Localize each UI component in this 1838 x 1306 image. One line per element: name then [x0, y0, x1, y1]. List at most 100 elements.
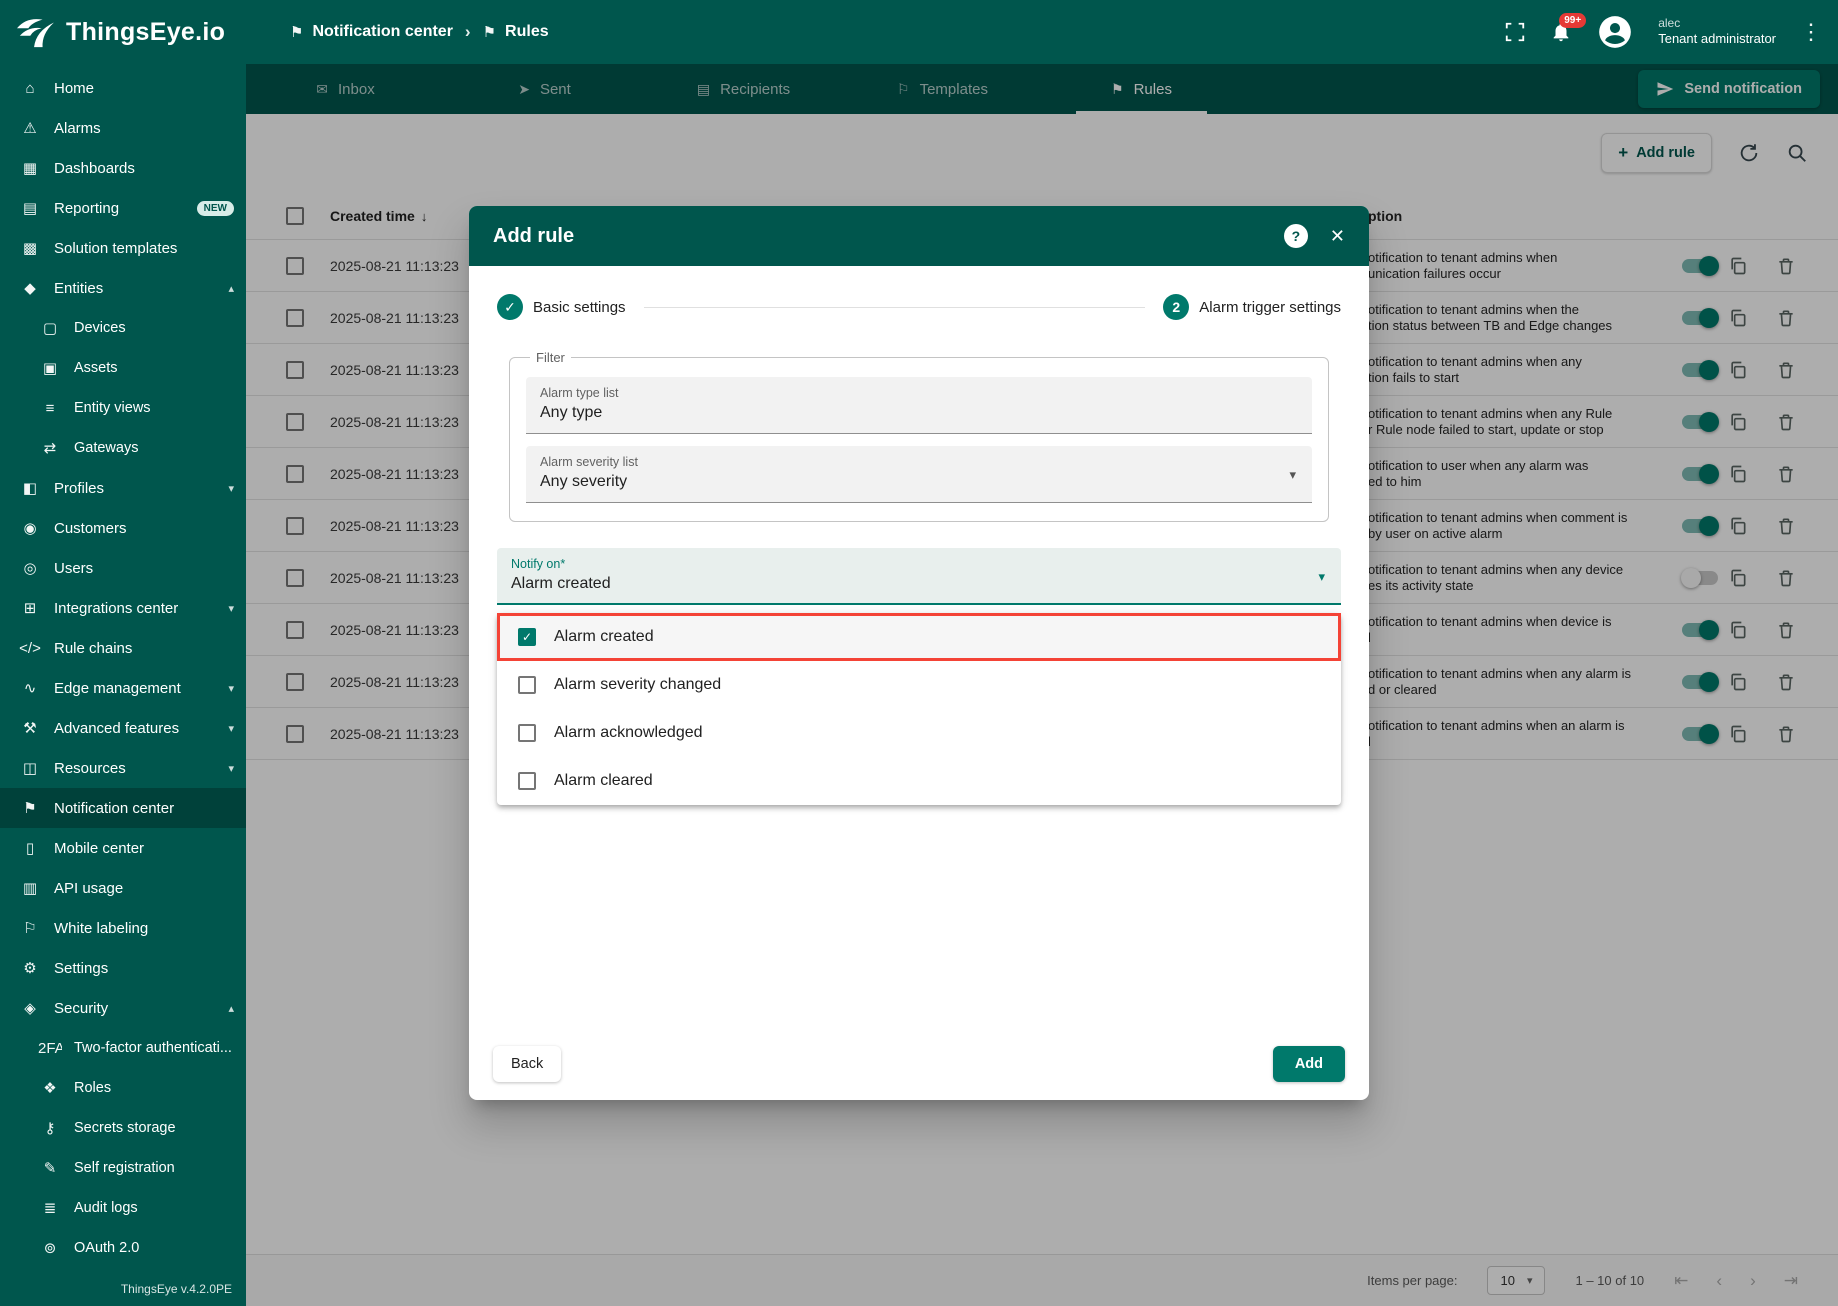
alarm-severity-select[interactable]: Alarm severity list Any severity ▾ [526, 446, 1312, 503]
kebab-menu-button[interactable]: ⋮ [1800, 19, 1822, 45]
sidebar-item[interactable]: ⊚ OAuth 2.0 [0, 1228, 246, 1268]
alarm-type-list-input[interactable]: Alarm type list Any type [526, 377, 1312, 434]
caret-down-icon: ▾ [1289, 467, 1296, 483]
sidebar-item-label: Resources [54, 760, 216, 777]
sidebar-item-label: Two-factor authenticati... [74, 1040, 234, 1056]
user-avatar[interactable] [1596, 13, 1634, 51]
fullscreen-icon [1504, 21, 1526, 43]
sidebar-item[interactable]: ◧ Profiles ▾ [0, 468, 246, 508]
sidebar-item[interactable]: ◫ Resources ▾ [0, 748, 246, 788]
sidebar-item[interactable]: ⊞ Integrations center ▾ [0, 588, 246, 628]
brand-logo[interactable]: ThingsEye.io [0, 14, 246, 50]
sidebar-item-icon: ⚠ [18, 119, 42, 137]
sidebar-item-label: Secrets storage [74, 1120, 234, 1136]
step-label: Alarm trigger settings [1199, 299, 1341, 316]
sidebar-item[interactable]: ⚠ Alarms [0, 108, 246, 148]
sidebar-item-icon: ⊞ [18, 599, 42, 617]
sidebar-item-label: Entity views [74, 400, 234, 416]
sidebar-item[interactable]: ≣ Audit logs [0, 1188, 246, 1228]
sidebar-item[interactable]: ⚙ Settings [0, 948, 246, 988]
sidebar-item[interactable]: ◆ Entities ▴ [0, 268, 246, 308]
app-version: ThingsEye v.4.2.0PE [0, 1276, 246, 1306]
sidebar-item[interactable]: ⚒ Advanced features ▾ [0, 708, 246, 748]
sidebar-item[interactable]: ⚐ White labeling [0, 908, 246, 948]
sidebar-item[interactable]: 2FA Two-factor authenticati... [0, 1028, 246, 1068]
logo-icon [14, 14, 56, 50]
sidebar-item[interactable]: ◎ Users [0, 548, 246, 588]
sidebar-item[interactable]: ▤ Reporting NEW [0, 188, 246, 228]
sidebar-item-label: Gateways [74, 440, 234, 456]
sidebar-item[interactable]: ⇄ Gateways [0, 428, 246, 468]
sidebar-item-icon: ▥ [18, 879, 42, 897]
sidebar-item-icon: ◈ [18, 999, 42, 1017]
sidebar-item-label: Self registration [74, 1160, 234, 1176]
add-button[interactable]: Add [1273, 1046, 1345, 1082]
option-label: Alarm acknowledged [554, 724, 703, 742]
sidebar-item-label: Home [54, 80, 234, 97]
sidebar-item[interactable]: ◈ Security ▴ [0, 988, 246, 1028]
notifications-button[interactable]: 99+ [1550, 21, 1572, 43]
add-rule-dialog: Add rule ? ✕ ✓ Basic settings 2 Alarm tr… [469, 206, 1369, 1100]
sidebar-item-icon: ◆ [18, 279, 42, 297]
option-label: Alarm cleared [554, 772, 653, 790]
dropdown-option[interactable]: Alarm severity changed [497, 661, 1341, 709]
sidebar-item[interactable]: ▦ Dashboards [0, 148, 246, 188]
sidebar-item[interactable]: ▩ Solution templates [0, 228, 246, 268]
notify-on-dropdown: ✓ Alarm created Alarm severity changed [497, 613, 1341, 805]
sidebar-item[interactable]: ◉ Customers [0, 508, 246, 548]
avatar-icon [1596, 13, 1634, 51]
sidebar-item[interactable]: ▥ API usage [0, 868, 246, 908]
sidebar-item[interactable]: ⌂ Home [0, 68, 246, 108]
notify-on-select[interactable]: Notify on* Alarm created ▾ [497, 548, 1341, 605]
sidebar-item[interactable]: ∿ Edge management ▾ [0, 668, 246, 708]
sidebar-item[interactable]: ▯ Mobile center [0, 828, 246, 868]
step-basic-settings[interactable]: ✓ Basic settings [497, 294, 626, 320]
sidebar-item[interactable]: ▢ Devices [0, 308, 246, 348]
breadcrumb-rules[interactable]: ⚑ Rules [483, 23, 549, 41]
dialog-footer: Back Add [469, 1028, 1369, 1100]
sidebar-item[interactable]: ❖ Roles [0, 1068, 246, 1108]
sidebar-item-label: Customers [54, 520, 234, 537]
close-icon[interactable]: ✕ [1330, 226, 1345, 247]
sidebar-item-icon: ⚑ [18, 799, 42, 817]
chevron-icon: ▾ [228, 602, 234, 615]
step-check-icon: ✓ [497, 294, 523, 320]
breadcrumb-notification-center[interactable]: ⚑ Notification center [290, 23, 453, 41]
sidebar-item-label: Profiles [54, 480, 216, 497]
sidebar-item[interactable]: </> Rule chains [0, 628, 246, 668]
sidebar-item[interactable]: ⚷ Secrets storage [0, 1108, 246, 1148]
notification-count-badge: 99+ [1559, 13, 1586, 28]
sidebar-item-icon: 2FA [38, 1040, 62, 1057]
sidebar: ⌂ Home ⚠ Alarms ▦ Dashboards ▤ Re [0, 64, 246, 1306]
option-checkbox[interactable] [518, 724, 536, 742]
sidebar-item-label: Dashboards [54, 160, 234, 177]
chevron-icon: ▾ [228, 482, 234, 495]
sidebar-item-label: Edge management [54, 680, 216, 697]
option-checkbox[interactable] [518, 772, 536, 790]
step-alarm-trigger-settings[interactable]: 2 Alarm trigger settings [1163, 294, 1341, 320]
notify-on-label: Notify on* [511, 557, 1327, 571]
dropdown-option[interactable]: ✓ Alarm created [497, 613, 1341, 661]
step-label: Basic settings [533, 299, 626, 316]
back-button[interactable]: Back [493, 1046, 561, 1082]
sidebar-item-icon: ▢ [38, 319, 62, 337]
user-role: Tenant administrator [1658, 31, 1776, 48]
app-header: ThingsEye.io ⚑ Notification center › ⚑ R… [0, 0, 1838, 64]
sidebar-item-icon: ⊚ [38, 1239, 62, 1257]
sidebar-item[interactable]: ✎ Self registration [0, 1148, 246, 1188]
sidebar-item-icon: ◉ [18, 519, 42, 537]
sidebar-item-label: Integrations center [54, 600, 216, 617]
sidebar-item-label: Rule chains [54, 640, 234, 657]
user-info: alec Tenant administrator [1658, 16, 1776, 48]
sidebar-item-icon: ⌂ [18, 80, 42, 97]
dropdown-option[interactable]: Alarm acknowledged [497, 709, 1341, 757]
sidebar-item[interactable]: ≡ Entity views [0, 388, 246, 428]
option-checkbox[interactable]: ✓ [518, 628, 536, 646]
help-button[interactable]: ? [1284, 224, 1308, 248]
dropdown-option[interactable]: Alarm cleared [497, 757, 1341, 805]
sidebar-item[interactable]: ⚑ Notification center [0, 788, 246, 828]
sidebar-item-label: Alarms [54, 120, 234, 137]
sidebar-item[interactable]: ▣ Assets [0, 348, 246, 388]
option-checkbox[interactable] [518, 676, 536, 694]
fullscreen-button[interactable] [1504, 21, 1526, 43]
